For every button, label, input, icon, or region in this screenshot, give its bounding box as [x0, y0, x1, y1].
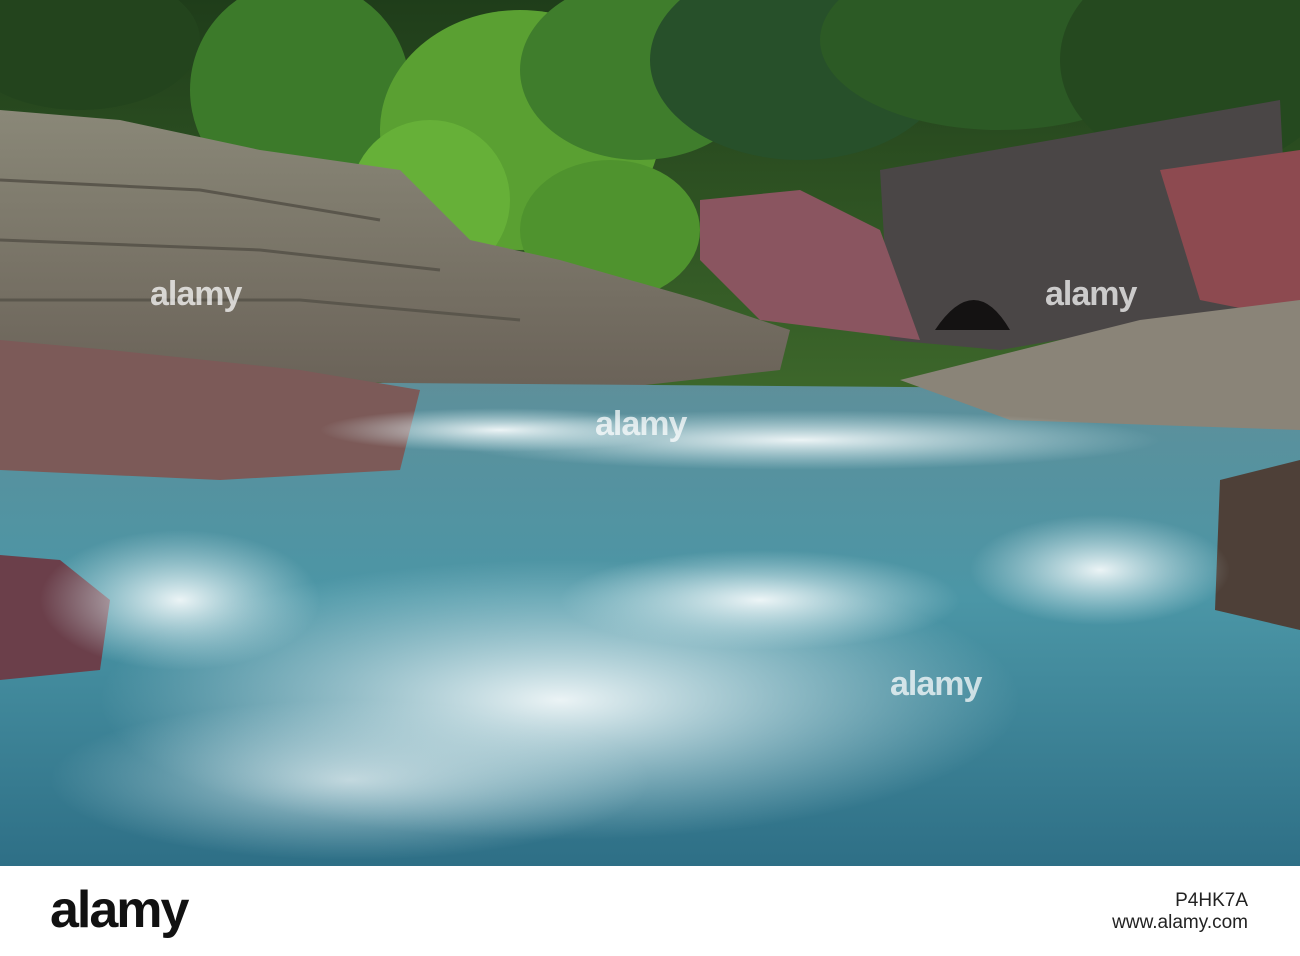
watermark-text: alamy — [595, 405, 687, 443]
right-foreground-rock — [1215, 460, 1300, 630]
brand-logo[interactable]: alamy — [50, 880, 189, 940]
image-id: P4HK7A — [1175, 890, 1248, 911]
site-url[interactable]: www.alamy.com — [888, 912, 1248, 934]
footer-bar: alamy P4HK7A www.alamy.com — [0, 866, 1300, 956]
watermark-text: alamy — [150, 275, 242, 313]
footer-info: P4HK7A www.alamy.com — [888, 880, 1248, 934]
watermark-text: alamy — [890, 665, 982, 703]
stock-photo: alamy alamy alamy alamy — [0, 0, 1300, 866]
watermark-text: alamy — [1045, 275, 1137, 313]
